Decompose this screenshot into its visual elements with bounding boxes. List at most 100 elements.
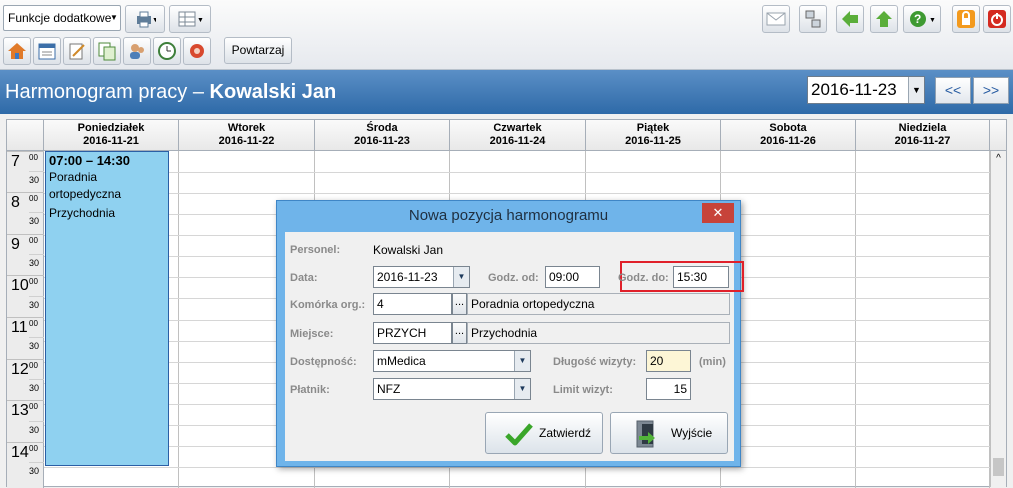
dialog-title: Nowa pozycja harmonogramu bbox=[408, 207, 609, 224]
availability-label: Dostępność: bbox=[290, 356, 357, 368]
close-button[interactable]: ✕ bbox=[702, 203, 734, 223]
back-button[interactable] bbox=[836, 5, 864, 33]
minute-label: 00 bbox=[29, 236, 38, 245]
org-unit-lookup-button[interactable]: ... bbox=[452, 293, 467, 315]
date-field[interactable]: 2016-11-23 ▼ bbox=[373, 266, 470, 288]
edit-document-icon bbox=[69, 43, 85, 60]
exit-button[interactable]: Wyjście bbox=[610, 412, 728, 454]
home-icon bbox=[8, 43, 26, 59]
edit-button[interactable] bbox=[63, 37, 91, 65]
hour-row: 7 00 bbox=[7, 151, 44, 173]
svg-text:▼: ▼ bbox=[152, 17, 156, 24]
place-label: Miejsce: bbox=[290, 328, 334, 340]
repeat-button[interactable]: Powtarzaj bbox=[224, 37, 292, 64]
functions-combo[interactable]: Funkcje dodatkowe ▼ bbox=[3, 5, 121, 31]
visit-limit-field[interactable]: 15 bbox=[646, 378, 691, 400]
confirm-button[interactable]: Zatwierdź bbox=[485, 412, 603, 454]
print-button[interactable]: ▼ bbox=[125, 5, 165, 33]
event-line: Poradnia bbox=[49, 170, 98, 184]
day-header-3: Czwartek 2016-11-24 bbox=[450, 120, 586, 151]
hour-row: 10 00 bbox=[7, 275, 44, 297]
help-button[interactable]: ? ▼ bbox=[903, 5, 941, 33]
hour-row: 13 00 bbox=[7, 400, 44, 422]
payer-value: NFZ bbox=[377, 382, 401, 396]
visit-length-field[interactable]: 20 bbox=[646, 350, 691, 372]
place-lookup-button[interactable]: ... bbox=[452, 322, 467, 344]
network-button[interactable] bbox=[799, 5, 827, 33]
help-icon: ? ▼ bbox=[910, 11, 936, 27]
half-hour-label: 30 bbox=[29, 462, 44, 480]
vertical-scrollbar[interactable]: ^ bbox=[990, 151, 1006, 487]
half-hour-label: 30 bbox=[29, 379, 44, 397]
staff-button[interactable] bbox=[123, 37, 151, 65]
day-name: Sobota bbox=[769, 122, 807, 134]
visit-length-value: 20 bbox=[650, 354, 664, 368]
time-to-value: 15:30 bbox=[677, 270, 708, 284]
minute-label: 00 bbox=[29, 194, 38, 203]
new-schedule-dialog: Nowa pozycja harmonogramu ✕ Personel: Ko… bbox=[276, 200, 744, 467]
time-button[interactable] bbox=[153, 37, 181, 65]
next-week-button[interactable]: >> bbox=[973, 77, 1009, 104]
availability-select[interactable]: mMedica ▼ bbox=[373, 350, 531, 372]
minute-label: 00 bbox=[29, 319, 38, 328]
prev-week-button[interactable]: << bbox=[935, 77, 971, 104]
page-title-prefix: Harmonogram pracy – bbox=[5, 81, 210, 103]
chevron-down-icon[interactable]: ▼ bbox=[514, 351, 530, 371]
scroll-header bbox=[990, 120, 1006, 151]
hour-label: 10 bbox=[11, 277, 29, 294]
copy-button[interactable] bbox=[93, 37, 121, 65]
day-name: Wtorek bbox=[227, 122, 266, 134]
availability-value: mMedica bbox=[377, 354, 426, 368]
org-unit-name: Poradnia ortopedyczna bbox=[471, 297, 595, 311]
hour-label: 7 bbox=[11, 153, 20, 170]
svg-text:▼: ▼ bbox=[197, 17, 203, 24]
hour-label: 14 bbox=[11, 444, 29, 461]
org-unit-label: Komórka org.: bbox=[290, 299, 366, 311]
up-button[interactable] bbox=[870, 5, 898, 33]
day-name: Piątek bbox=[636, 122, 670, 134]
org-unit-name-field: Poradnia ortopedyczna bbox=[467, 293, 730, 315]
time-from-field[interactable]: 09:00 bbox=[545, 266, 600, 288]
chevron-down-icon[interactable]: ▼ bbox=[908, 77, 924, 103]
power-button[interactable] bbox=[983, 5, 1011, 33]
visit-limit-value: 15 bbox=[673, 382, 687, 396]
personel-label: Personel: bbox=[290, 244, 341, 256]
date-picker[interactable]: 2016-11-23 ▼ bbox=[807, 76, 925, 104]
chevron-up-icon[interactable]: ^ bbox=[991, 153, 1006, 164]
home-button[interactable] bbox=[3, 37, 31, 65]
mail-button[interactable] bbox=[762, 5, 790, 33]
hour-row: 12 00 bbox=[7, 359, 44, 381]
schedule-event[interactable]: 07:00 – 14:30 Poradnia ortopedyczna Przy… bbox=[45, 151, 169, 466]
view-button[interactable]: ▼ bbox=[169, 5, 211, 33]
lock-button[interactable] bbox=[952, 5, 980, 33]
copy-icon bbox=[98, 42, 116, 61]
time-to-field[interactable]: 15:30 bbox=[673, 266, 729, 288]
place-code-field[interactable]: PRZYCH bbox=[373, 322, 452, 344]
chevron-down-icon[interactable]: ▼ bbox=[514, 379, 530, 399]
hour-label: 11 bbox=[11, 319, 28, 336]
day-name: Poniedziałek bbox=[77, 122, 145, 134]
toolbar: Funkcje dodatkowe ▼ ▼ ▼ Powtarzaj ? ▼ bbox=[0, 0, 1013, 70]
minute-label: 00 bbox=[29, 361, 38, 370]
place-code: PRZYCH bbox=[377, 326, 427, 340]
payer-select[interactable]: NFZ ▼ bbox=[373, 378, 531, 400]
day-header-1: Wtorek 2016-11-22 bbox=[179, 120, 315, 151]
hour-row: 14 00 bbox=[7, 442, 44, 464]
day-date: 2016-11-25 bbox=[625, 135, 681, 147]
half-hour-label: 30 bbox=[29, 421, 44, 439]
grid-line bbox=[44, 467, 990, 468]
lock-icon bbox=[957, 10, 975, 28]
visit-limit-label: Limit wizyt: bbox=[553, 384, 613, 396]
org-unit-code-field[interactable]: 4 bbox=[373, 293, 452, 315]
day-date: 2016-11-21 bbox=[83, 135, 139, 147]
schedule-button[interactable] bbox=[33, 37, 61, 65]
settings-button[interactable] bbox=[183, 37, 211, 65]
hour-label: 8 bbox=[11, 194, 20, 211]
exit-door-icon bbox=[636, 420, 655, 448]
scrollbar-thumb[interactable] bbox=[993, 458, 1004, 476]
chevron-down-icon: ▼ bbox=[110, 13, 118, 22]
chevron-down-icon[interactable]: ▼ bbox=[453, 267, 469, 287]
half-hour-label: 30 bbox=[29, 337, 44, 355]
day-date: 2016-11-23 bbox=[354, 135, 410, 147]
functions-combo-label: Funkcje dodatkowe bbox=[8, 11, 112, 25]
